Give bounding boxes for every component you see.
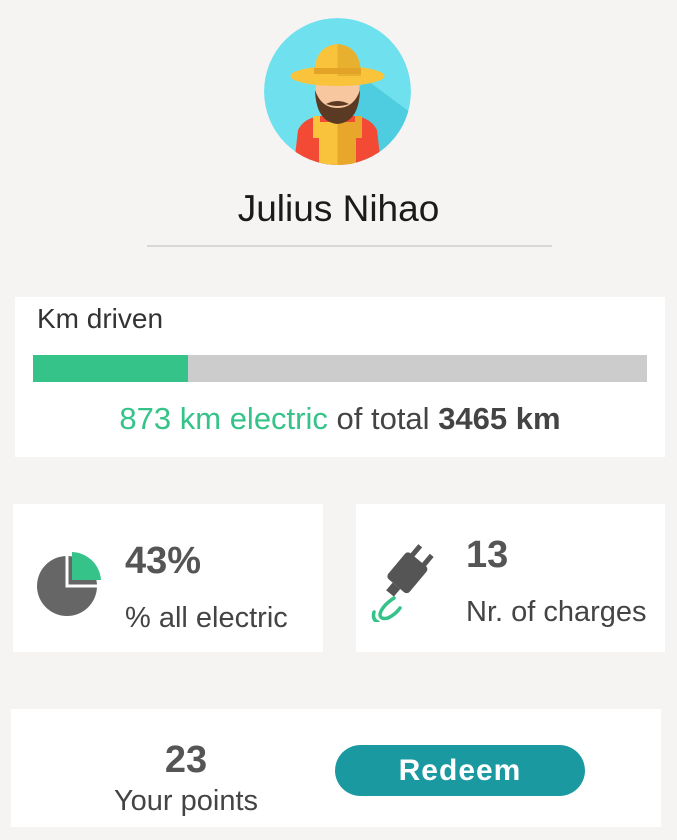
km-summary: 873 km electric of total 3465 km (15, 401, 665, 437)
farmer-avatar-icon (264, 18, 411, 165)
electric-percent-value: 43% (125, 540, 202, 582)
redeem-button[interactable]: Redeem (335, 745, 585, 796)
km-progress-fill (33, 355, 188, 382)
km-total-text: 3465 km (438, 401, 561, 436)
points-card: 23 Your points Redeem (11, 709, 661, 827)
charges-label: Nr. of charges (466, 596, 647, 628)
km-driven-card: Km driven 873 km electric of total 3465 … (15, 297, 665, 457)
charges-card: 13 Nr. of charges (356, 504, 665, 652)
km-electric-text: 873 km electric (119, 401, 328, 436)
electric-percent-card: 43% % all electric (13, 504, 323, 652)
user-name: Julius Nihao (237, 188, 440, 229)
divider (147, 245, 552, 247)
pie-chart-icon (37, 552, 101, 616)
points-value: 23 (164, 739, 208, 781)
km-middle-text: of total (327, 401, 439, 436)
charges-value: 13 (466, 534, 509, 576)
electric-percent-label: % all electric (125, 602, 288, 634)
plug-icon (371, 544, 434, 622)
km-driven-title: Km driven (37, 303, 164, 334)
profile-avatar (264, 18, 411, 165)
points-label: Your points (113, 785, 259, 817)
km-progress-bar (33, 355, 647, 382)
